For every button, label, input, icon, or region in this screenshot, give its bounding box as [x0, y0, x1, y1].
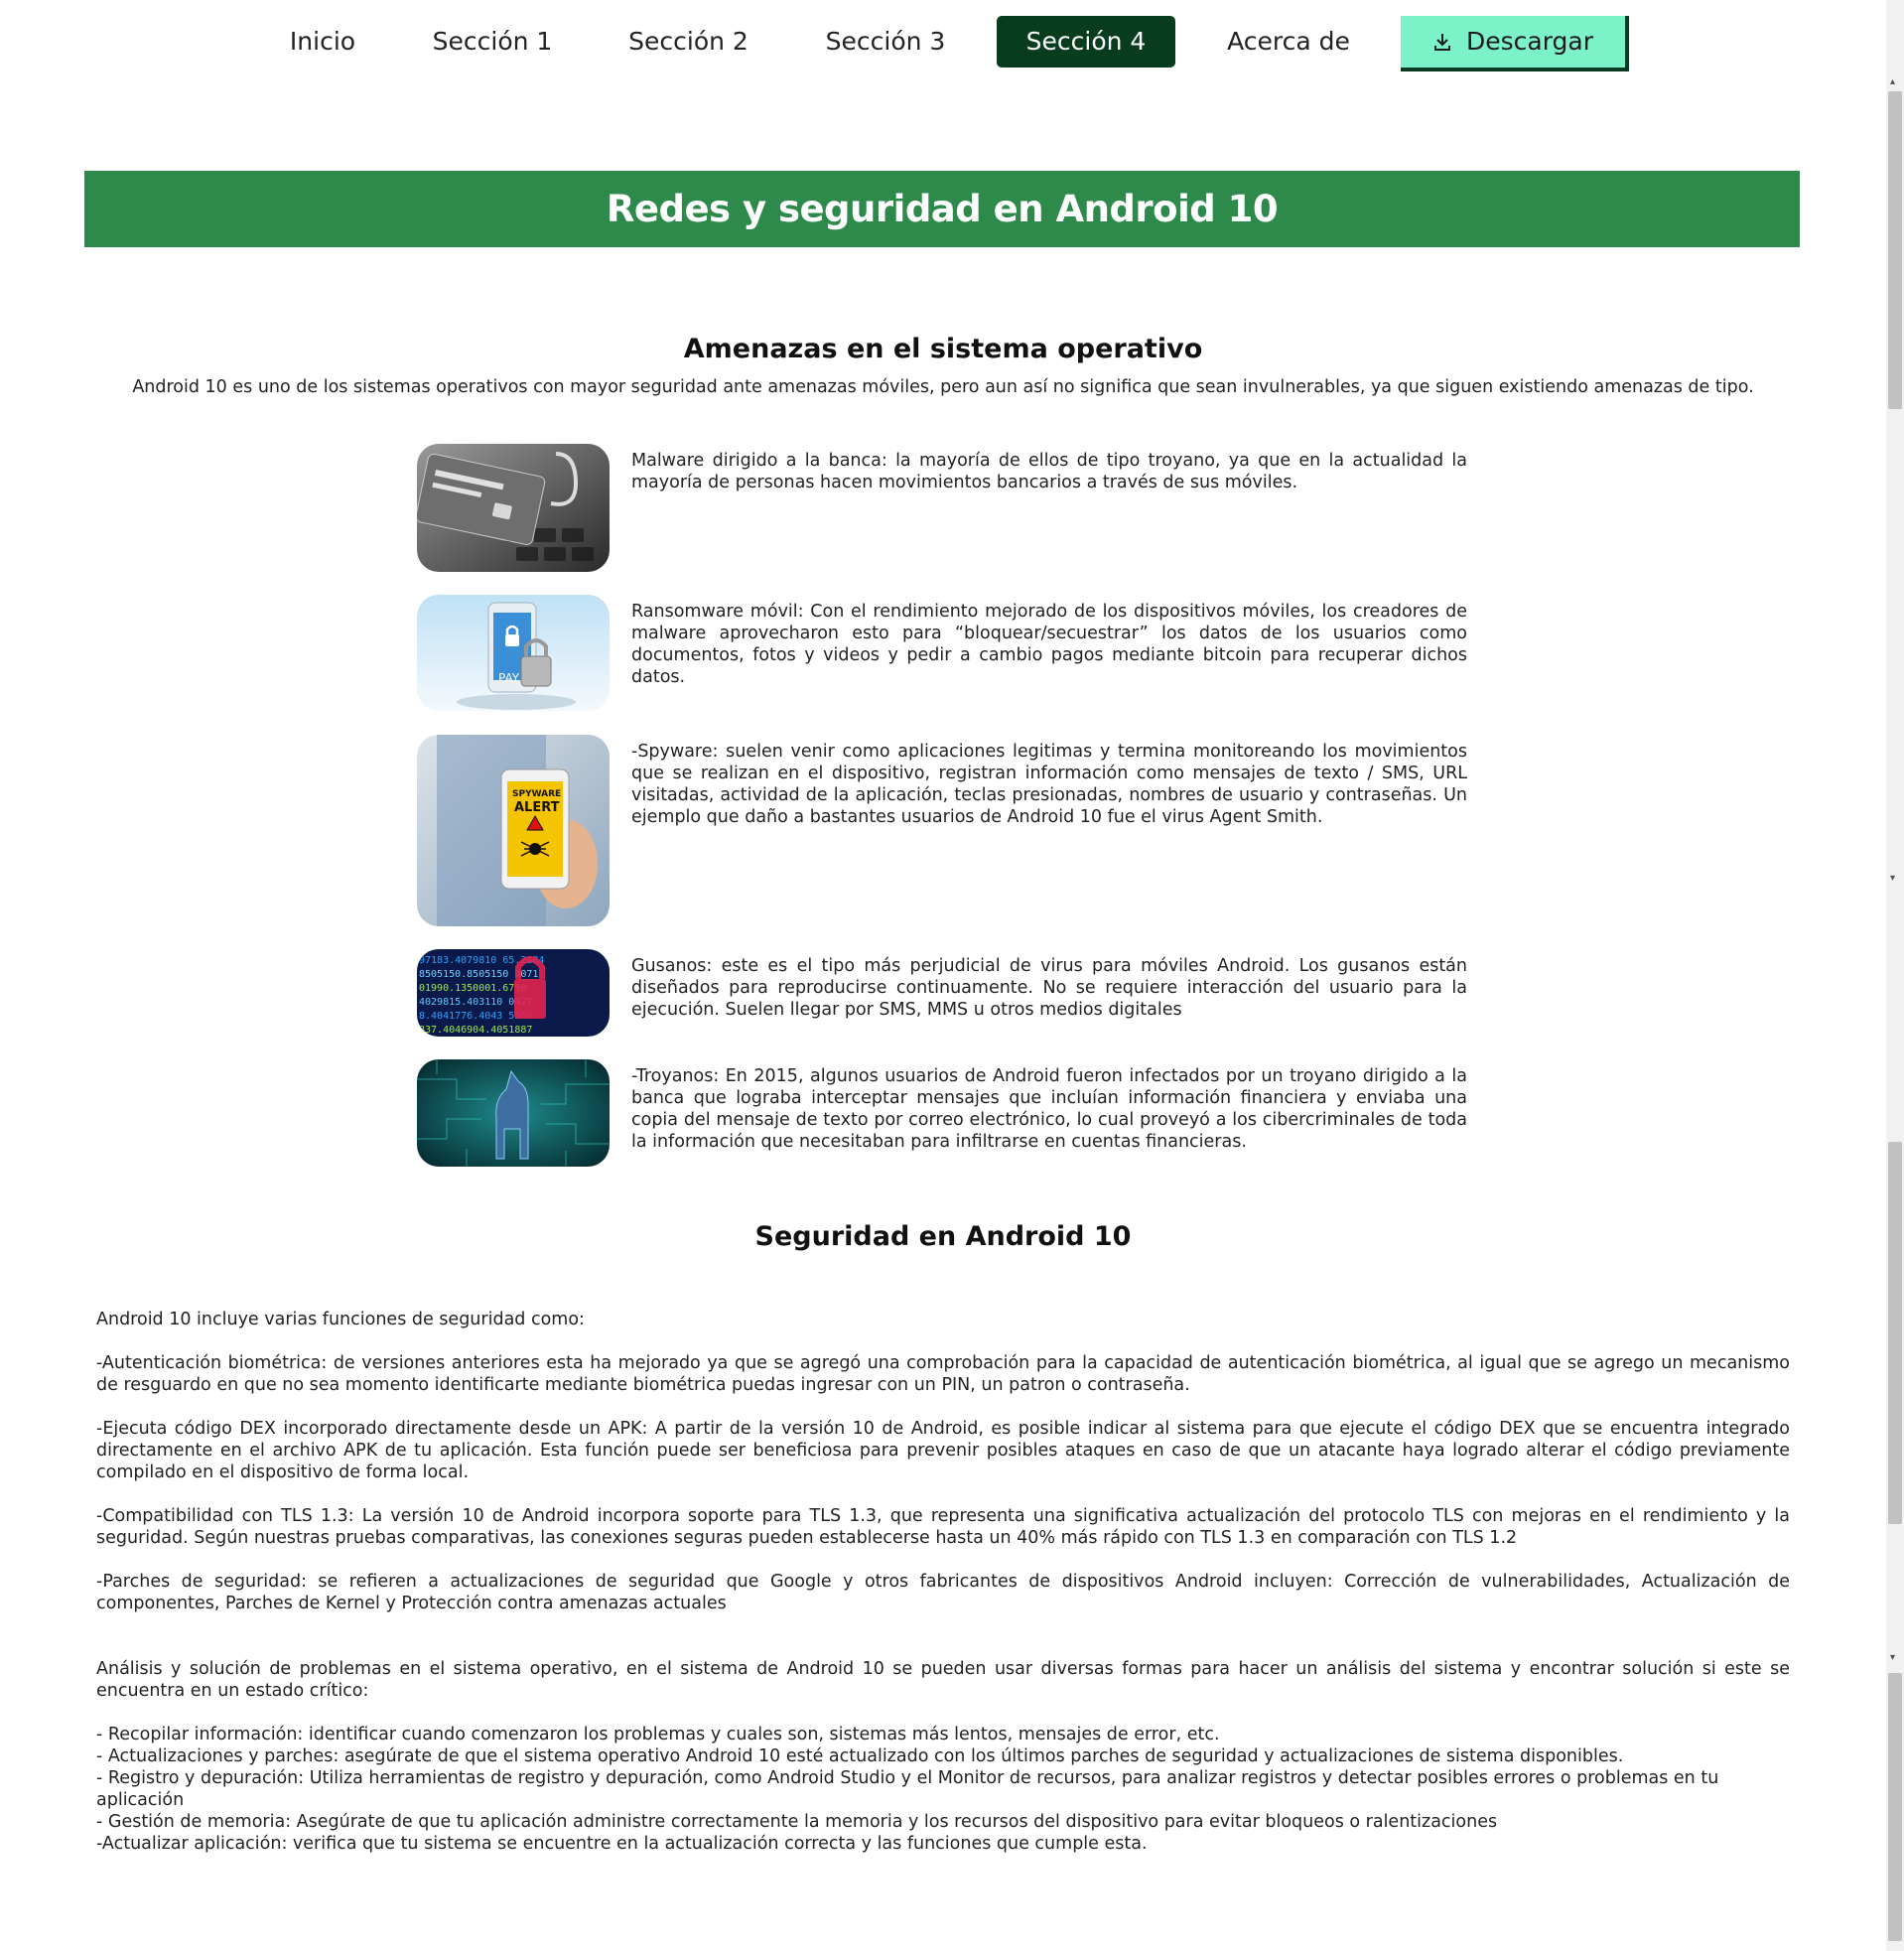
list-item: -Actualizar aplicación: verifica que tu …: [96, 1834, 1148, 1854]
security-paragraph: -Parches de seguridad: se refieren a act…: [96, 1572, 1790, 1613]
alert-text: ALERT: [514, 800, 560, 815]
pay-text: PAY: [498, 671, 520, 685]
download-icon: [1434, 34, 1450, 51]
list-item: - Gestión de memoria: Asegúrate de que t…: [96, 1812, 1498, 1832]
svg-text:01990.1350001.6750: 01990.1350001.6750: [419, 983, 526, 994]
security-paragraph: -Autenticación biométrica: de versiones …: [96, 1353, 1790, 1395]
security-features: Android 10 incluye varias funciones de s…: [96, 1309, 1790, 1636]
download-label: Descargar: [1466, 27, 1594, 56]
security-paragraph: -Ejecuta código DEX incorporado directam…: [96, 1419, 1790, 1482]
scroll-down-arrow-icon[interactable]: ▾: [1890, 874, 1895, 884]
nav-item-seccion-3[interactable]: Sección 3: [806, 16, 965, 68]
scroll-thumb[interactable]: [1888, 91, 1902, 409]
list-item: - Actualizaciones y parches: asegúrate d…: [96, 1746, 1624, 1766]
threats-heading: Amenazas en el sistema operativo: [683, 334, 1203, 364]
scroll-down-arrow-icon[interactable]: ▾: [1890, 1653, 1895, 1663]
spyware-text: SPYWARE: [512, 789, 561, 799]
scroll-thumb-secondary[interactable]: [1888, 1142, 1902, 1524]
nav-item-acerca-de[interactable]: Acerca de: [1209, 16, 1368, 68]
scroll-thumb-tertiary[interactable]: [1888, 1673, 1902, 1941]
threat-description: -Spyware: suelen venir como aplicaciones…: [631, 742, 1467, 827]
analysis-list: - Recopilar información: identificar cua…: [96, 1724, 1790, 1855]
threats-intro: Android 10 es uno de los sistemas operat…: [132, 377, 1754, 397]
vertical-scrollbar[interactable]: ▴ ▾ ▾: [1886, 0, 1904, 1951]
page-banner-title: Redes y seguridad en Android 10: [84, 171, 1800, 247]
security-paragraph: -Compatibilidad con TLS 1.3: La versión …: [96, 1506, 1790, 1548]
threat-description: Ransomware móvil: Con el rendimiento mej…: [631, 602, 1467, 687]
list-item: - Registro y depuración: Utiliza herrami…: [96, 1768, 1719, 1810]
trojan-horse-circuit-image: [417, 1059, 610, 1167]
analysis-paragraph: Análisis y solución de problemas en el s…: [96, 1659, 1790, 1701]
analysis-intro: Análisis y solución de problemas en el s…: [96, 1658, 1790, 1724]
security-heading: Seguridad en Android 10: [754, 1221, 1132, 1252]
nav-item-seccion-1[interactable]: Sección 1: [417, 16, 568, 68]
spyware-alert-phone-image: SPYWARE ALERT: [417, 735, 610, 926]
phone-padlock-image: PAY: [417, 595, 610, 711]
threat-description: Malware dirigido a la banca: la mayoría …: [631, 451, 1467, 492]
threat-description: -Troyanos: En 2015, algunos usuarios de …: [631, 1066, 1467, 1152]
top-navigation: Inicio Sección 1 Sección 2 Sección 3 Sec…: [0, 16, 1886, 71]
download-button[interactable]: Descargar: [1401, 16, 1629, 71]
nav-item-seccion-2[interactable]: Sección 2: [612, 16, 765, 68]
security-paragraph: Android 10 incluye varias funciones de s…: [96, 1310, 585, 1329]
svg-text:837.4046904.4051887: 837.4046904.4051887: [419, 1025, 532, 1036]
binary-code-lock-image: 97183.4079810 65.2284 8505150.8505150 90…: [417, 949, 610, 1037]
scroll-up-arrow-icon[interactable]: ▴: [1890, 77, 1895, 87]
threat-description: Gusanos: este es el tipo más perjudicial…: [631, 956, 1467, 1020]
credit-card-hook-image: [417, 444, 610, 572]
nav-item-seccion-4[interactable]: Sección 4: [997, 16, 1175, 68]
nav-item-inicio[interactable]: Inicio: [268, 16, 377, 68]
list-item: - Recopilar información: identificar cua…: [96, 1725, 1220, 1744]
